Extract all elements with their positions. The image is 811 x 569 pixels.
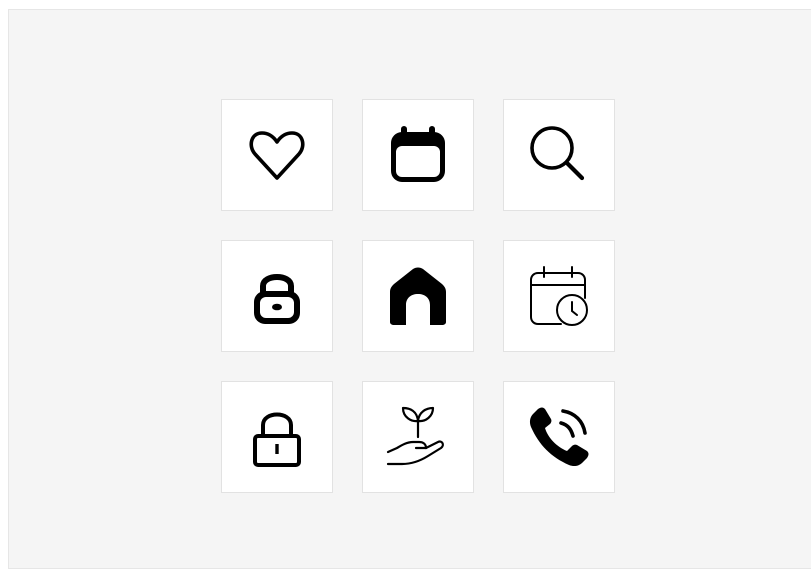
- heart-tile[interactable]: [221, 99, 333, 211]
- calendar-filled-icon: [386, 123, 450, 187]
- heart-icon: [245, 123, 309, 187]
- calendar-clock-tile[interactable]: [503, 240, 615, 352]
- hand-sprout-icon: [386, 405, 450, 469]
- phone-ringing-icon: [527, 405, 591, 469]
- phone-tile[interactable]: [503, 381, 615, 493]
- home-icon: [386, 264, 450, 328]
- calendar-clock-icon: [527, 264, 591, 328]
- lock-outline-tile[interactable]: [221, 381, 333, 493]
- search-tile[interactable]: [503, 99, 615, 211]
- calendar-tile[interactable]: [362, 99, 474, 211]
- search-icon: [527, 123, 591, 187]
- icon-grid: [221, 99, 615, 493]
- lock-tile[interactable]: [221, 240, 333, 352]
- lock-bold-icon: [245, 264, 309, 328]
- lock-outline-icon: [245, 405, 309, 469]
- icon-grid-canvas: [8, 9, 811, 569]
- home-tile[interactable]: [362, 240, 474, 352]
- hand-sprout-tile[interactable]: [362, 381, 474, 493]
